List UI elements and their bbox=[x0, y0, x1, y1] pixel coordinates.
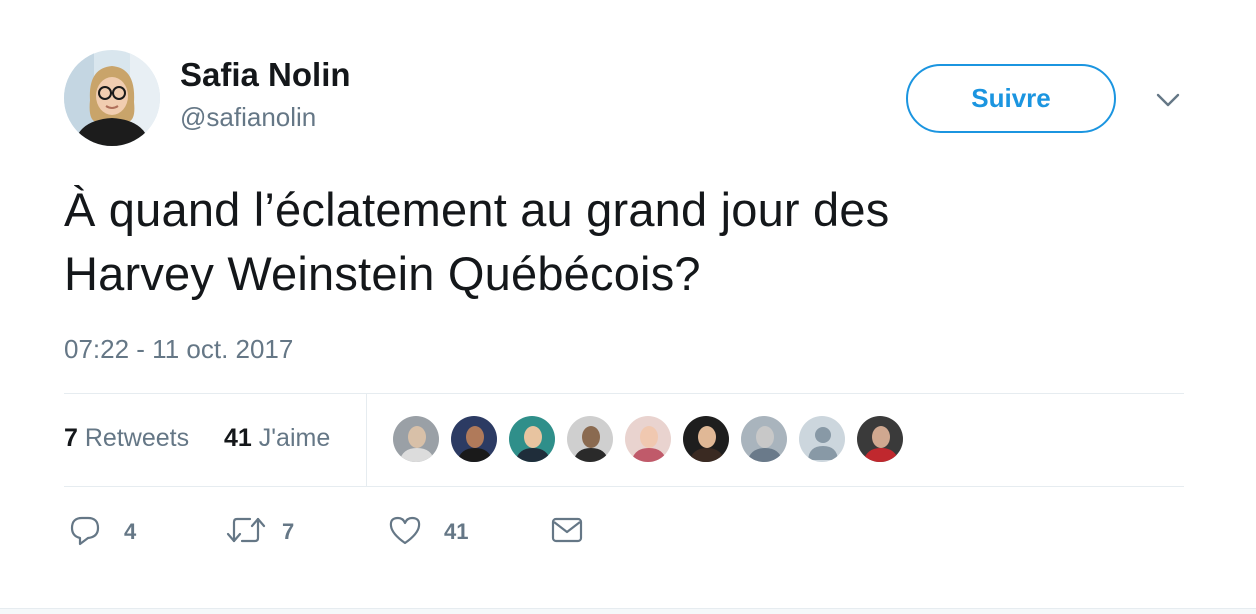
retweet-count: 7 bbox=[282, 519, 295, 544]
direct-message-button[interactable] bbox=[550, 514, 584, 550]
envelope-icon bbox=[550, 513, 584, 552]
retweet-icon bbox=[226, 513, 266, 552]
card-bottom-border bbox=[0, 608, 1256, 614]
profile-photo bbox=[64, 50, 160, 146]
likes-label: J'aime bbox=[258, 424, 331, 452]
display-name[interactable]: Safia Nolin bbox=[180, 56, 351, 94]
retweets-stat[interactable]: 7 Retweets bbox=[64, 424, 189, 453]
retweet-button[interactable]: 7 bbox=[226, 514, 294, 550]
like-count: 41 bbox=[444, 519, 469, 544]
divider bbox=[64, 393, 1184, 394]
liker-avatar-4[interactable] bbox=[566, 415, 614, 463]
reply-count: 4 bbox=[124, 519, 137, 544]
reply-button[interactable]: 4 bbox=[68, 514, 136, 550]
liker-avatar-5[interactable] bbox=[624, 415, 672, 463]
liker-avatar-3[interactable] bbox=[508, 415, 556, 463]
retweets-label: Retweets bbox=[84, 424, 190, 452]
retweets-count: 7 bbox=[64, 424, 78, 452]
tweet-text: À quand l’éclatement au grand jour des H… bbox=[64, 178, 1184, 306]
like-button[interactable]: 41 bbox=[388, 514, 468, 550]
reply-icon bbox=[68, 513, 102, 552]
liker-avatar-6[interactable] bbox=[682, 415, 730, 463]
chevron-down-icon[interactable] bbox=[1150, 86, 1186, 114]
liker-avatar-7[interactable] bbox=[740, 415, 788, 463]
user-handle[interactable]: @safianolin bbox=[180, 102, 316, 133]
vertical-divider bbox=[366, 394, 367, 486]
likes-count: 41 bbox=[224, 424, 252, 452]
heart-icon bbox=[388, 513, 422, 552]
tweet-text-line-2: Harvey Weinstein Québécois? bbox=[64, 247, 701, 300]
tweet-card: Safia Nolin @safianolin Suivre À quand l… bbox=[0, 0, 1256, 614]
liker-avatar-1[interactable] bbox=[392, 415, 440, 463]
liker-avatar-2[interactable] bbox=[450, 415, 498, 463]
tweet-timestamp[interactable]: 07:22 - 11 oct. 2017 bbox=[64, 334, 293, 365]
profile-avatar[interactable] bbox=[64, 50, 160, 146]
likes-stat[interactable]: 41 J'aime bbox=[224, 424, 330, 453]
default-avatar-icon[interactable] bbox=[798, 415, 846, 463]
follow-button[interactable]: Suivre bbox=[906, 64, 1116, 133]
divider bbox=[64, 486, 1184, 487]
liker-avatar-9[interactable] bbox=[856, 415, 904, 463]
tweet-text-line-1: À quand l’éclatement au grand jour des bbox=[64, 183, 890, 236]
